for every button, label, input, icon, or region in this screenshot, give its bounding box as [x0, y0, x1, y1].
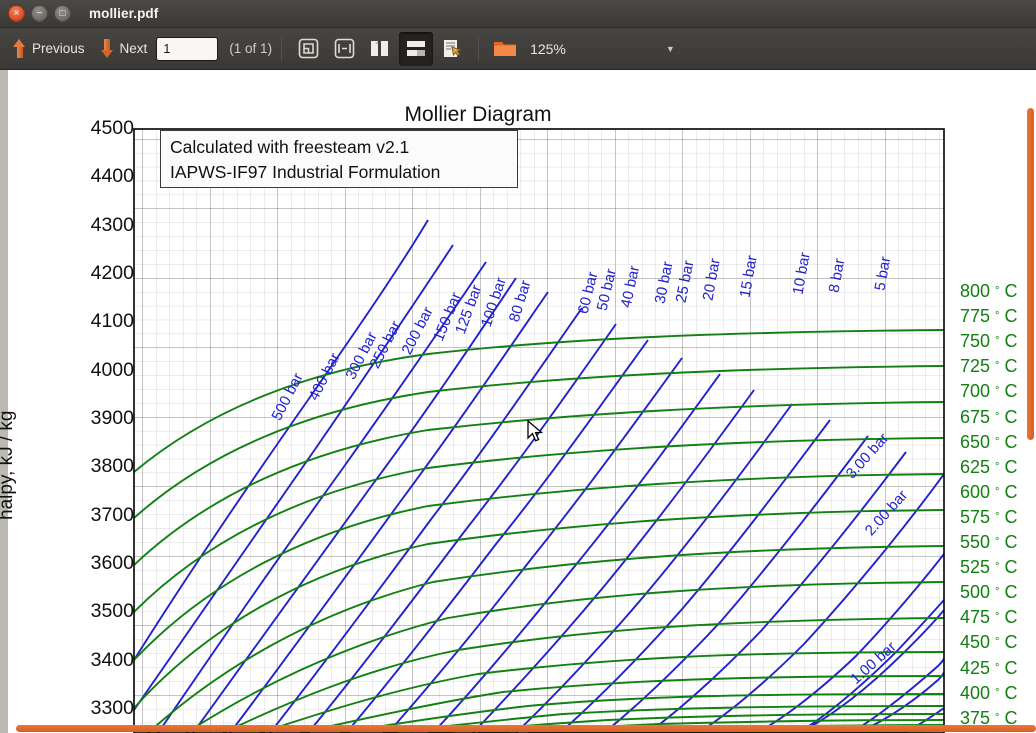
isotherm-label: 625 ° C — [960, 456, 1018, 477]
chevron-down-icon[interactable]: ▼ — [666, 44, 675, 54]
dual-page-icon[interactable] — [363, 32, 397, 66]
toolbar: Previous Next (1 of 1) — [0, 28, 1036, 70]
annotation-box: Calculated with freesteam v2.1 IAPWS-IF9… — [160, 130, 518, 188]
isotherm-label: 550 ° C — [960, 532, 1018, 552]
arrow-down-icon — [100, 39, 114, 58]
close-button[interactable]: × — [8, 5, 25, 22]
isotherm-label: 650 ° C — [960, 431, 1018, 452]
fit-width-icon[interactable] — [327, 32, 361, 66]
annotation-line-2: IAPWS-IF97 Industrial Formulation — [170, 162, 441, 182]
mouse-cursor — [527, 420, 544, 442]
isotherm-label: 750 ° C — [960, 331, 1018, 352]
isotherm-labels: 800 ° C 775 ° C 750 ° C 725 ° C 700 ° C 675 °… — [960, 70, 1036, 733]
previous-page-label: Previous — [32, 41, 85, 56]
page-number-input[interactable] — [156, 36, 219, 61]
previous-page-button[interactable]: Previous — [6, 32, 92, 66]
next-page-button[interactable]: Next — [94, 32, 155, 66]
pdf-page: Mollier Diagram halpy, kJ / kg 450044004… — [0, 70, 1036, 733]
isotherm-label: 525 ° C — [960, 557, 1018, 578]
maximize-button[interactable]: □ — [54, 5, 71, 22]
toolbar-separator-1 — [281, 36, 283, 61]
isotherm-label: 700 ° C — [960, 381, 1018, 402]
isotherm-label: 575 ° C — [960, 506, 1018, 527]
isotherm-label: 400 ° C — [960, 682, 1018, 703]
annotation-line-1: Calculated with freesteam v2.1 — [170, 137, 410, 157]
select-tool-icon[interactable] — [435, 32, 469, 66]
zoom-level-label[interactable]: 125% — [530, 41, 566, 57]
isotherm-label: 675 ° C — [960, 406, 1018, 427]
continuous-view-icon[interactable] — [399, 31, 434, 66]
vertical-scrollbar[interactable] — [1027, 108, 1034, 440]
isotherm-label: 725 ° C — [960, 356, 1018, 377]
fit-page-icon[interactable] — [291, 32, 325, 66]
document-view[interactable]: Mollier Diagram halpy, kJ / kg 450044004… — [0, 70, 1036, 733]
next-page-label: Next — [119, 41, 148, 56]
window-title: mollier.pdf — [89, 6, 159, 21]
isotherm-label: 475 ° C — [960, 607, 1018, 628]
toolbar-separator-2 — [478, 36, 480, 61]
isotherm-label: 375 ° C — [960, 707, 1018, 728]
minimize-button[interactable]: − — [31, 5, 48, 22]
isotherm-label: 500 ° C — [960, 582, 1018, 603]
open-folder-icon[interactable] — [488, 32, 522, 66]
isotherm-label: 775 ° C — [960, 306, 1018, 327]
title-bar: × − □ mollier.pdf — [0, 0, 1036, 28]
isotherm-label: 425 ° C — [960, 657, 1018, 678]
horizontal-scrollbar[interactable] — [16, 725, 1036, 732]
application-window: × − □ mollier.pdf Previous Next (1 of 1) — [0, 0, 1036, 733]
isotherm-label: 450 ° C — [960, 632, 1018, 653]
arrow-up-icon — [13, 39, 26, 58]
isotherm-label: 600 ° C — [960, 481, 1018, 502]
isotherm-label: 800 ° C — [960, 281, 1018, 301]
page-count-label: (1 of 1) — [229, 41, 273, 56]
